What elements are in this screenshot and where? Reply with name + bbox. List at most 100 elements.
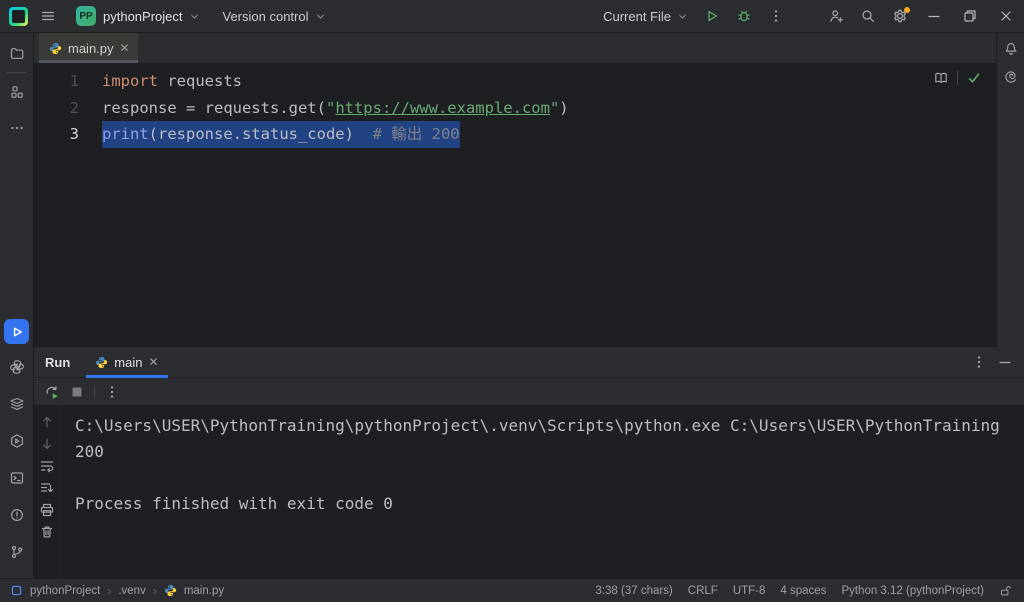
editor-tab-main-py[interactable]: main.py ✕ (39, 33, 138, 63)
divider (957, 71, 958, 85)
print-button[interactable] (39, 502, 55, 518)
main-menu-button[interactable] (32, 0, 64, 33)
title-bar-right: Current File (596, 0, 1024, 32)
kebab-icon (110, 385, 114, 398)
version-control-tool-button[interactable] (0, 538, 33, 566)
tab-close-icon[interactable]: ✕ (120, 42, 130, 54)
ai-assistant-button[interactable] (1003, 69, 1019, 85)
git-branch-icon (11, 545, 22, 559)
line-number[interactable]: 3 (34, 121, 96, 148)
soft-wrap-button[interactable] (39, 458, 55, 474)
run-panel-options-button[interactable] (966, 349, 992, 375)
clear-console-button[interactable] (39, 524, 55, 540)
settings-button[interactable] (884, 0, 916, 33)
run-tab-close-icon[interactable]: ✕ (148, 356, 158, 368)
more-actions-button[interactable] (760, 0, 792, 33)
services-button[interactable] (0, 427, 33, 455)
code-line[interactable]: 3 print(response.status_code) # 輸出 200 (34, 121, 996, 148)
console-options-button[interactable] (104, 384, 120, 400)
run-panel-title: Run (45, 354, 71, 370)
caret-position-widget[interactable]: 3:38 (37 chars) (595, 585, 672, 597)
console-output[interactable]: C:\Users\USER\PythonTraining\pythonProje… (61, 406, 1024, 578)
run-tool-button[interactable] (4, 319, 29, 344)
chevron-down-icon (679, 14, 686, 19)
run-configuration-widget[interactable]: Current File (596, 5, 696, 28)
indent-widget[interactable]: 4 spaces (780, 585, 826, 597)
breadcrumb-item[interactable]: .venv (118, 585, 146, 597)
interpreter-widget[interactable]: Python 3.12 (pythonProject) (841, 585, 984, 597)
project-avatar[interactable]: PP (76, 6, 96, 26)
structure-tool-button[interactable] (0, 78, 33, 106)
code-text: print(response.status_code) # 輸出 200 (102, 121, 460, 148)
line-ending-widget[interactable]: CRLF (688, 585, 718, 597)
right-tool-stripe (996, 33, 1024, 347)
minimize-button[interactable] (916, 0, 952, 33)
stop-icon (72, 387, 82, 396)
code-line[interactable]: 2 response = requests.get("https://www.ex… (34, 95, 996, 122)
notifications-button[interactable] (1003, 41, 1019, 57)
encoding-widget[interactable]: UTF-8 (733, 585, 766, 597)
more-tool-windows-button[interactable] (0, 114, 33, 142)
stripe-divider (6, 72, 27, 73)
kebab-icon (774, 10, 778, 22)
unlocked-padlock-icon[interactable] (999, 584, 1012, 597)
bell-icon (1005, 43, 1016, 55)
arrow-up-icon (43, 416, 51, 428)
printer-icon (40, 503, 54, 517)
code-with-me-button[interactable] (820, 0, 852, 33)
trash-icon (41, 526, 53, 538)
reader-mode-book-icon[interactable] (933, 70, 949, 86)
breadcrumb-item[interactable]: pythonProject (30, 585, 100, 597)
run-tab-main[interactable]: main ✕ (86, 347, 168, 378)
python-console-button[interactable] (0, 353, 33, 381)
close-icon (1001, 11, 1011, 21)
title-bar: PP pythonProject Version control Current… (0, 0, 1024, 33)
scroll-up-button[interactable] (39, 414, 55, 430)
problems-button[interactable] (0, 501, 33, 529)
chevron-down-icon (316, 14, 324, 19)
version-control-label: Version control (222, 8, 309, 24)
status-bar: pythonProject › .venv › main.py 3:38 (37… (0, 578, 1024, 602)
project-widget[interactable]: pythonProject (96, 5, 208, 28)
run-button[interactable] (696, 0, 728, 33)
run-tab-label: main (114, 354, 143, 370)
scroll-down-button[interactable] (39, 436, 55, 452)
terminal-button[interactable] (0, 464, 33, 492)
restore-icon (964, 10, 976, 22)
restore-button[interactable] (952, 0, 988, 33)
close-button[interactable] (988, 0, 1024, 33)
breadcrumb-item[interactable]: main.py (184, 585, 224, 597)
rerun-button[interactable] (44, 384, 60, 400)
code-editor[interactable]: 1 import requests 2 response = requests.get… (34, 65, 996, 347)
play-icon (708, 10, 718, 22)
version-control-widget[interactable]: Version control (216, 5, 334, 28)
pycharm-logo-icon[interactable] (9, 6, 28, 26)
status-bar-widgets: 3:38 (37 chars) CRLF UTF-8 4 spaces Pyth… (595, 584, 1012, 597)
divider (94, 384, 95, 399)
minimize-icon (999, 361, 1011, 364)
search-icon (862, 10, 875, 23)
bug-icon (738, 10, 750, 22)
hamburger-icon (41, 11, 55, 21)
code-line[interactable]: 1 import requests (34, 68, 996, 95)
scroll-to-end-button[interactable] (39, 480, 55, 496)
stop-button[interactable] (69, 384, 85, 400)
run-panel-hide-button[interactable] (992, 349, 1018, 375)
project-tool-button[interactable] (0, 39, 33, 67)
project-name: pythonProject (103, 8, 183, 24)
settings-notification-badge (904, 6, 910, 13)
search-everywhere-button[interactable] (852, 0, 884, 33)
console-area: C:\Users\USER\PythonTraining\pythonProje… (34, 406, 1024, 578)
inspections-ok-check-icon[interactable] (966, 70, 982, 86)
python-packages-button[interactable] (0, 390, 33, 418)
status-bar-breadcrumbs: pythonProject › .venv › main.py (10, 584, 224, 598)
debug-button[interactable] (728, 0, 760, 33)
play-icon (13, 327, 22, 336)
exclamation-circle-icon (10, 508, 23, 522)
line-number[interactable]: 2 (34, 95, 96, 122)
editor-inspection-widget (933, 70, 982, 86)
line-number[interactable]: 1 (34, 68, 96, 95)
project-scope-icon (11, 585, 22, 596)
left-tool-stripe (0, 33, 34, 578)
